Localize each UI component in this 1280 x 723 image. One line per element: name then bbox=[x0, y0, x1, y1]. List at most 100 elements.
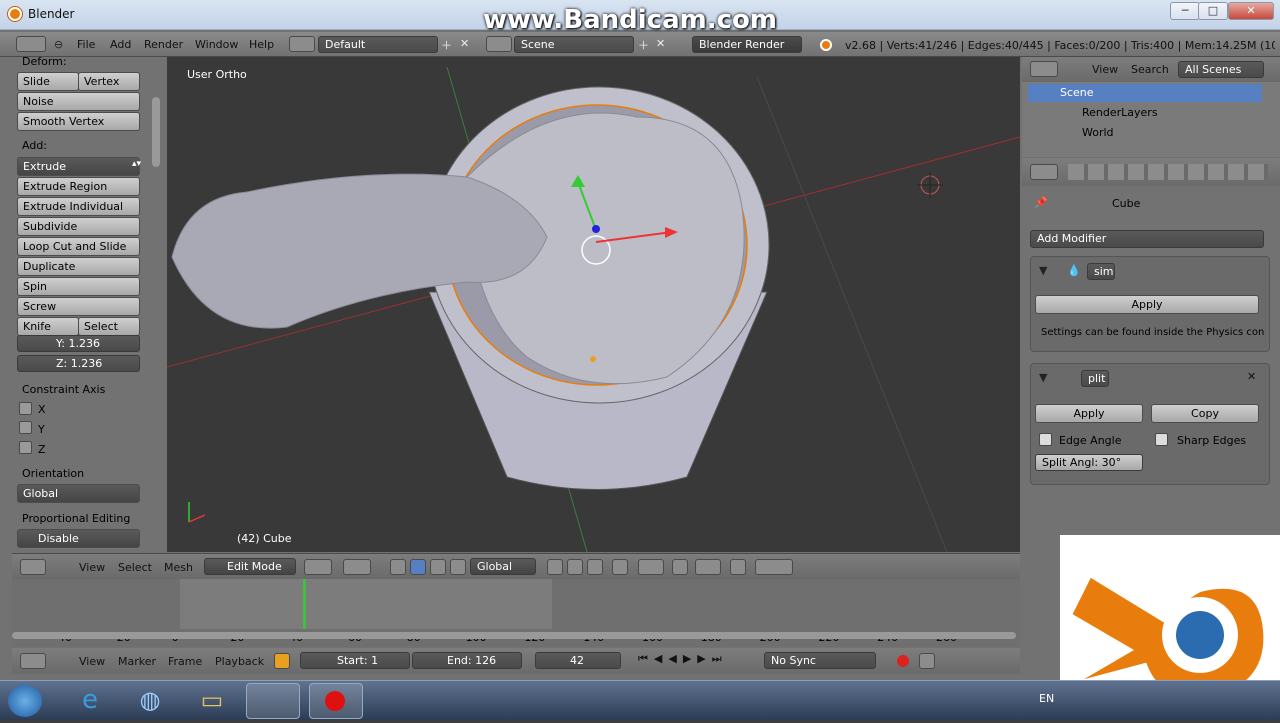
menu-window[interactable]: Window bbox=[195, 38, 238, 51]
close-button[interactable]: ✕ bbox=[1228, 2, 1274, 20]
menu-add[interactable]: Add bbox=[110, 38, 131, 51]
playhead[interactable] bbox=[303, 579, 306, 629]
rotate-icon[interactable] bbox=[430, 559, 446, 575]
add-layout-icon[interactable]: ＋ bbox=[441, 37, 452, 53]
context-tabs[interactable] bbox=[1068, 164, 1268, 180]
loop-cut-button[interactable]: Loop Cut and Slide bbox=[17, 237, 140, 256]
render-engine-select[interactable]: Blender Render bbox=[692, 36, 802, 53]
record-icon[interactable] bbox=[897, 655, 909, 667]
preview-range-icon[interactable] bbox=[274, 653, 290, 669]
pin-icon[interactable]: 📌 bbox=[1034, 196, 1048, 209]
scale-icon[interactable] bbox=[450, 559, 466, 575]
axis-z-checkbox[interactable] bbox=[19, 441, 32, 454]
modifier-apply-button[interactable]: Apply bbox=[1035, 295, 1259, 314]
explorer-icon[interactable]: ▭ bbox=[186, 685, 238, 717]
scene-icon[interactable] bbox=[486, 36, 512, 52]
noise-button[interactable]: Noise bbox=[17, 92, 140, 111]
proportional-editing-select[interactable]: Disable bbox=[17, 529, 140, 548]
remove-layout-icon[interactable]: ✕ bbox=[460, 37, 469, 50]
3d-viewport[interactable]: User Ortho (42) Cube bbox=[167, 57, 1020, 552]
scene-field[interactable]: Scene bbox=[514, 36, 634, 53]
tree-renderlayers[interactable]: RenderLayers bbox=[1082, 106, 1158, 119]
blender-taskbar-icon[interactable] bbox=[246, 683, 300, 719]
add-modifier-select[interactable]: Add Modifier bbox=[1030, 230, 1264, 248]
editor-type-icon[interactable] bbox=[1030, 164, 1058, 180]
editor-type-icon[interactable] bbox=[20, 559, 46, 575]
modifier-name-field[interactable]: sim bbox=[1087, 263, 1115, 280]
playback-controls[interactable]: ⏮◀◀▶▶⏭ bbox=[638, 652, 758, 670]
start-frame-field[interactable]: Start: 1 bbox=[300, 652, 410, 669]
menu-select[interactable]: Select bbox=[118, 561, 152, 574]
translate-icon[interactable] bbox=[410, 559, 426, 575]
menu-search[interactable]: Search bbox=[1131, 63, 1169, 76]
expand-icon[interactable]: ▼ bbox=[1039, 371, 1047, 384]
modifier-apply-button[interactable]: Apply bbox=[1035, 404, 1143, 423]
spin-button[interactable]: Spin bbox=[17, 277, 140, 296]
timeline-scrollbar[interactable] bbox=[12, 632, 1016, 639]
editor-type-icon[interactable] bbox=[1030, 61, 1058, 77]
split-angle-field[interactable]: Split Angl: 30° bbox=[1035, 454, 1143, 471]
axis-y-checkbox[interactable] bbox=[19, 421, 32, 434]
extrude-individual-button[interactable]: Extrude Individual bbox=[17, 197, 140, 216]
menu-view[interactable]: View bbox=[1092, 63, 1118, 76]
pivot-icon[interactable] bbox=[343, 559, 371, 575]
network-icon[interactable]: ◍ bbox=[124, 685, 176, 717]
maximize-button[interactable]: □ bbox=[1198, 2, 1228, 20]
screw-button[interactable]: Screw bbox=[17, 297, 140, 316]
menu-render[interactable]: Render bbox=[144, 38, 183, 51]
mesh-view[interactable] bbox=[167, 57, 1020, 552]
editor-type-icon[interactable] bbox=[16, 36, 46, 52]
slide-edge-button[interactable]: Slide Edge bbox=[17, 72, 79, 105]
menu-help[interactable]: Help bbox=[249, 38, 274, 51]
proportional-icon[interactable] bbox=[638, 559, 664, 575]
menu-view[interactable]: View bbox=[79, 655, 105, 668]
subdivide-button[interactable]: Subdivide bbox=[17, 217, 140, 236]
edge-select-icon[interactable] bbox=[567, 559, 583, 575]
timeline[interactable]: -40-200204060801001201401601802002202402… bbox=[12, 579, 1020, 647]
current-frame-field[interactable]: 42 bbox=[535, 652, 621, 669]
collapse-icon[interactable]: ⊖ bbox=[54, 38, 63, 51]
menu-mesh[interactable]: Mesh bbox=[164, 561, 193, 574]
sync-select[interactable]: No Sync bbox=[764, 652, 876, 669]
menu-file[interactable]: File bbox=[77, 38, 95, 51]
mode-select[interactable]: Edit Mode bbox=[204, 558, 296, 575]
modifier-copy-button[interactable]: Copy bbox=[1151, 404, 1259, 423]
vertex-select-icon[interactable] bbox=[547, 559, 563, 575]
axis-x-checkbox[interactable] bbox=[19, 402, 32, 415]
layout-field[interactable]: Default bbox=[318, 36, 438, 53]
display-mode-select[interactable]: All Scenes bbox=[1178, 61, 1264, 78]
ie-icon[interactable]: e bbox=[64, 685, 116, 717]
knife-button[interactable]: Knife bbox=[17, 317, 79, 336]
language-indicator[interactable]: EN bbox=[1039, 692, 1054, 705]
face-select-icon[interactable] bbox=[587, 559, 603, 575]
tree-scene[interactable]: Scene bbox=[1028, 84, 1262, 102]
smooth-vertex-button[interactable]: Smooth Vertex bbox=[17, 112, 140, 131]
duplicate-button[interactable]: Duplicate bbox=[17, 257, 140, 276]
menu-playback[interactable]: Playback bbox=[215, 655, 264, 668]
screen-layout-icon[interactable] bbox=[289, 36, 315, 52]
menu-frame[interactable]: Frame bbox=[168, 655, 202, 668]
sharp-edges-checkbox[interactable] bbox=[1155, 433, 1168, 446]
extrude-button[interactable]: Extrude bbox=[17, 157, 140, 176]
y-value-field[interactable]: Y: 1.236 bbox=[17, 335, 140, 352]
knife-select-button[interactable]: Select bbox=[78, 317, 140, 336]
tree-world[interactable]: World bbox=[1082, 126, 1114, 139]
keying-icon[interactable] bbox=[919, 653, 935, 669]
edge-angle-checkbox[interactable] bbox=[1039, 433, 1052, 446]
slide-vertex-button[interactable]: Vertex bbox=[78, 72, 140, 91]
manipulator-icon[interactable] bbox=[390, 559, 406, 575]
render-preview-icon[interactable] bbox=[755, 559, 793, 575]
shading-icon[interactable] bbox=[304, 559, 332, 575]
transform-orientation-select[interactable]: Global bbox=[470, 558, 536, 575]
add-scene-icon[interactable]: ＋ bbox=[638, 37, 649, 53]
modifier-close-icon[interactable]: ✕ bbox=[1247, 370, 1256, 383]
expand-icon[interactable]: ▼ bbox=[1039, 264, 1047, 277]
layers-icon[interactable] bbox=[730, 559, 746, 575]
snap-icon[interactable] bbox=[672, 559, 688, 575]
editor-type-icon[interactable] bbox=[20, 653, 46, 669]
start-button[interactable] bbox=[8, 685, 42, 717]
end-frame-field[interactable]: End: 126 bbox=[412, 652, 522, 669]
snap-element-icon[interactable] bbox=[695, 559, 721, 575]
z-value-field[interactable]: Z: 1.236 bbox=[17, 355, 140, 372]
limit-selection-icon[interactable] bbox=[612, 559, 628, 575]
